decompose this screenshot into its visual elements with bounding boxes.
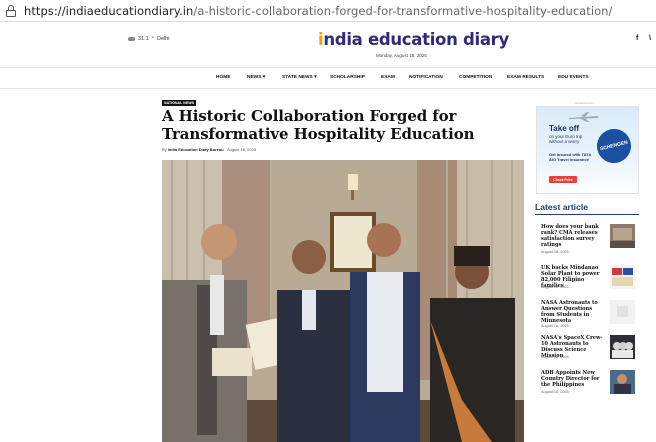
airplane-icon [569,112,599,122]
chevron-down-icon: ▾ [314,75,317,80]
ad-headline: Take off [549,124,580,133]
ad-subline: on your Euro trip without a worry [549,134,583,144]
article-thumbnail[interactable] [610,224,635,248]
ad-check-price-button[interactable]: Check Price [549,176,577,183]
category-badge[interactable]: NATIONAL NEWS [162,100,197,106]
weather-city: Delhi [156,36,170,42]
article-title: A Historic Collaboration Forged for Tran… [162,107,475,143]
nav-item-home[interactable]: HOME [216,75,230,80]
site-logo[interactable]: india education diary [318,30,509,49]
facebook-icon[interactable]: f [636,35,638,42]
article-thumbnail[interactable] [610,300,635,324]
article-date: August 18, 2025 [226,147,257,152]
latest-article-date: August 18, 2025 [541,250,569,254]
weather-unit: ° [151,36,154,42]
nav-item-edu-events[interactable]: EDU EVENTS [558,75,589,80]
author-link[interactable]: India Education Diary Bureau [168,147,224,152]
nav-item-exam-results[interactable]: EXAM RESULTS [507,75,544,80]
main-nav: HOME NEWS ▾ STATE NEWS ▾ SCHOLARSHIP EXA… [0,67,656,89]
latest-article-heading: Latest article [535,202,589,212]
address-bar[interactable]: https://indiaeducationdiary.in/a-histori… [0,0,656,22]
url-text[interactable]: https://indiaeducationdiary.in/a-histori… [24,4,612,18]
twitter-icon[interactable]: \ [649,35,651,42]
latest-article-title[interactable]: How does your bank rank? CMA releases sa… [541,224,604,248]
weather-temp: 31.1 [138,36,149,42]
heading-divider [535,214,639,215]
by-prefix: By [162,147,167,152]
url-path: /a-historic-collaboration-forged-for-tra… [193,3,613,18]
site-header: 31.1 ° Delhi india education diary Monday… [0,22,656,66]
nav-item-exam[interactable]: EXAM [381,75,395,80]
nav-item-scholarship[interactable]: SCHOLARSHIP [330,75,365,80]
latest-article-date: August 18, 2025 [541,355,569,359]
photo-illustration [162,160,524,442]
nav-item-competition[interactable]: COMPETITION [459,75,492,80]
logo-text: ndia education diary [323,30,509,49]
header-date: Monday, August 18, 2025 [376,53,427,58]
nav-item-notification[interactable]: NOTIFICATION [409,75,443,80]
article-thumbnail[interactable] [610,335,635,359]
byline: By India Education Diary Bureau August 1… [162,147,256,152]
lock-icon [6,4,16,17]
ad-label: - Advertisement - [573,101,596,105]
nav-item-state-news[interactable]: STATE NEWS ▾ [282,75,317,80]
latest-article-date: August 18, 2025 [541,390,569,394]
article-thumbnail[interactable] [610,370,635,394]
cloud-icon [128,37,135,41]
nav-item-news[interactable]: NEWS ▾ [247,75,265,80]
latest-article-title[interactable]: ADB Appoints New Country Director for th… [541,370,604,388]
weather-widget: 31.1 ° Delhi [128,36,169,42]
article-thumbnail[interactable] [610,265,635,289]
chevron-down-icon: ▾ [262,75,266,80]
latest-article-title[interactable]: NASA Astronauts to Answer Questions from… [541,300,604,324]
url-host: https://indiaeducationdiary.in [24,3,194,18]
article-photo [162,160,524,442]
ad-insurance-text: Get insured with TATA AIG Travel Insuran… [549,152,592,162]
latest-article-date: August 18, 2025 [541,285,569,289]
advertisement-banner[interactable]: Take off on your Euro trip without a wor… [536,106,639,194]
latest-article-date: August 18, 2025 [541,324,569,328]
